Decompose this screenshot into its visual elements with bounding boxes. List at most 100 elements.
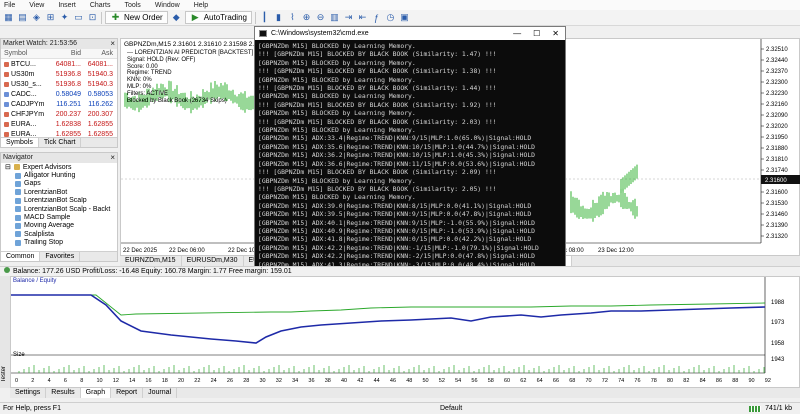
line-chart-icon[interactable]: ⌇ bbox=[287, 12, 298, 23]
expert-icon bbox=[15, 214, 21, 221]
market-watch-icon[interactable]: ◈ bbox=[31, 12, 42, 23]
menu-tools[interactable]: Tools bbox=[124, 2, 140, 9]
tester-x-label: 40 bbox=[341, 378, 347, 384]
auto-scroll-icon[interactable]: ⇥ bbox=[343, 12, 354, 23]
tab-common[interactable]: Common bbox=[1, 252, 41, 261]
navigator-items: Alligator Hunting Gaps LorentzianBot Lorent… bbox=[1, 171, 117, 247]
tab-tick-chart[interactable]: Tick Chart bbox=[39, 138, 82, 147]
chart-shift-icon[interactable]: ⇤ bbox=[357, 12, 368, 23]
balance-equity-graph[interactable]: 19881973195819430 2 4 6 8 10 12 14 16 18 20 22 24 26 2… bbox=[11, 277, 800, 389]
tester-x-label: 18 bbox=[162, 378, 168, 384]
nav-item[interactable]: MACD Sample bbox=[1, 213, 117, 221]
tester-x-label: 58 bbox=[488, 378, 494, 384]
candle-chart-icon[interactable]: ▮ bbox=[273, 12, 284, 23]
chart-tab[interactable]: EURUSDm,M30 bbox=[182, 256, 244, 266]
navigator-icon[interactable]: ✦ bbox=[59, 12, 70, 23]
autotrading-button[interactable]: ▶ AutoTrading bbox=[184, 11, 252, 24]
tile-windows-icon[interactable]: ▥ bbox=[329, 12, 340, 23]
market-watch-row[interactable]: US30m 51936.8 51940.3 bbox=[1, 69, 117, 79]
terminal-icon[interactable]: ▭ bbox=[73, 12, 84, 23]
tab-symbols[interactable]: Symbols bbox=[1, 138, 39, 147]
profiles-icon[interactable]: ▤ bbox=[17, 12, 28, 23]
market-watch-row[interactable]: CADC... 0.58049 0.58053 bbox=[1, 89, 117, 99]
nav-item[interactable]: Trailing Stop bbox=[1, 239, 117, 247]
nav-item[interactable]: Gaps bbox=[1, 180, 117, 188]
menu-help[interactable]: Help bbox=[194, 2, 208, 9]
expert-icon bbox=[15, 239, 21, 246]
ask-cell: 64081... bbox=[87, 60, 113, 68]
symbol-icon bbox=[4, 71, 9, 77]
symbol-icon bbox=[4, 111, 9, 117]
tester-x-label: 20 bbox=[178, 378, 184, 384]
tester-tab-journal[interactable]: Journal bbox=[143, 388, 178, 398]
bar-chart-icon[interactable]: ┃ bbox=[259, 12, 270, 23]
tester-x-label: 22 bbox=[194, 378, 200, 384]
data-window-icon[interactable]: ⊞ bbox=[45, 12, 56, 23]
navigator-panel: Navigator × ⊟ Expert Advisors Alligator Hu… bbox=[0, 152, 118, 262]
tester-tab-results[interactable]: Results bbox=[46, 388, 81, 398]
menu-window[interactable]: Window bbox=[155, 2, 180, 9]
close-icon[interactable]: ✕ bbox=[552, 29, 559, 38]
tester-x-label: 72 bbox=[602, 378, 608, 384]
console-line: !!! [GBPNZDm M15] BLOCKED BY BLACK BOOK … bbox=[258, 100, 497, 109]
nav-item[interactable]: Alligator Hunting bbox=[1, 171, 117, 179]
tester-x-label: 14 bbox=[129, 378, 135, 384]
new-order-button[interactable]: ✚ New Order bbox=[105, 11, 168, 24]
console-output: [GBPNZDm M15] BLOCKED by Learning Memory… bbox=[255, 40, 565, 287]
window-controls: — ☐ ✕ bbox=[513, 29, 565, 38]
ask-cell: 1.62855 bbox=[87, 120, 113, 128]
indicators-icon[interactable]: ƒ bbox=[371, 12, 382, 23]
periods-icon[interactable]: ◷ bbox=[385, 12, 396, 23]
zoom-out-icon[interactable]: ⊖ bbox=[315, 12, 326, 23]
nav-item[interactable]: Moving Average bbox=[1, 222, 117, 230]
market-watch-row[interactable]: CADJPYm 116.251 116.262 bbox=[1, 99, 117, 109]
menu-view[interactable]: View bbox=[29, 2, 44, 9]
tester-tab-report[interactable]: Report bbox=[111, 388, 144, 398]
expert-icon bbox=[15, 197, 21, 204]
ask-cell: 51940.3 bbox=[87, 70, 113, 78]
tester-icon[interactable]: ⊡ bbox=[87, 12, 98, 23]
tester-tab-graph[interactable]: Graph bbox=[80, 388, 112, 398]
menu-insert[interactable]: Insert bbox=[58, 2, 76, 9]
profile-name: Default bbox=[440, 405, 463, 412]
templates-icon[interactable]: ▣ bbox=[399, 12, 410, 23]
market-watch-rows: BTCU... 64081... 64081... US30m 51936.8 51940… bbox=[1, 59, 117, 139]
market-watch-row[interactable]: US30_s... 51936.8 51940.3 bbox=[1, 79, 117, 89]
maximize-icon[interactable]: ☐ bbox=[533, 29, 540, 38]
console-line: [GBPNZDm M15] BLOCKED by Learning Memory… bbox=[258, 176, 416, 185]
console-line: [GBPNZDm M15] BLOCKED by Learning Memory… bbox=[258, 75, 416, 84]
market-watch-row[interactable]: CHFJPYm 200.237 200.307 bbox=[1, 109, 117, 119]
chart-tab[interactable]: EURNZDm,M15 bbox=[120, 256, 182, 266]
nav-item[interactable]: Scalplista bbox=[1, 230, 117, 238]
zoom-in-icon[interactable]: ⊕ bbox=[301, 12, 312, 23]
price-label: 2.32300 bbox=[766, 80, 788, 86]
close-icon[interactable]: × bbox=[110, 153, 115, 163]
tab-favorites[interactable]: Favorites bbox=[40, 252, 81, 261]
console-window[interactable]: C:\Windows\system32\cmd.exe — ☐ ✕ [GBPNZ… bbox=[254, 26, 566, 288]
nav-item[interactable]: LorentzianBot Scalp - Backt bbox=[1, 205, 117, 213]
separator bbox=[101, 11, 102, 24]
console-line: !!! [GBPNZDm M15] BLOCKED BY BLACK BOOK … bbox=[258, 168, 497, 177]
nav-root-label: Expert Advisors bbox=[22, 163, 72, 171]
symbol-name: BTCU... bbox=[11, 60, 36, 68]
column-symbol: Symbol bbox=[4, 50, 28, 57]
traffic-text: 741/1 kb bbox=[765, 405, 792, 412]
date-label: 23 Dec 12:00 bbox=[598, 248, 634, 254]
market-watch-row[interactable]: EURA... 1.62838 1.62855 bbox=[1, 119, 117, 129]
menu-charts[interactable]: Charts bbox=[90, 2, 111, 9]
new-order-icon: ✚ bbox=[111, 12, 120, 22]
tester-x-label: 80 bbox=[667, 378, 673, 384]
meta-editor-icon[interactable]: ◆ bbox=[171, 12, 182, 23]
market-watch-row[interactable]: BTCU... 64081... 64081... bbox=[1, 59, 117, 69]
nav-item[interactable]: LorentzianBot Scalp bbox=[1, 197, 117, 205]
last-price-marker: 2.31600 bbox=[761, 175, 800, 184]
nav-root[interactable]: ⊟ Expert Advisors bbox=[1, 163, 117, 172]
menu-file[interactable]: File bbox=[4, 2, 15, 9]
close-icon[interactable]: × bbox=[110, 39, 115, 49]
price-label: 2.31530 bbox=[766, 201, 788, 207]
console-line: [GBPNZDm M15] ADX:36.2|Regime:TREND|KNN:… bbox=[258, 151, 536, 160]
minimize-icon[interactable]: — bbox=[513, 29, 521, 38]
nav-item[interactable]: LorentzianBot bbox=[1, 188, 117, 196]
tester-tab-settings[interactable]: Settings bbox=[10, 388, 47, 398]
new-chart-icon[interactable]: ▦ bbox=[3, 12, 14, 23]
